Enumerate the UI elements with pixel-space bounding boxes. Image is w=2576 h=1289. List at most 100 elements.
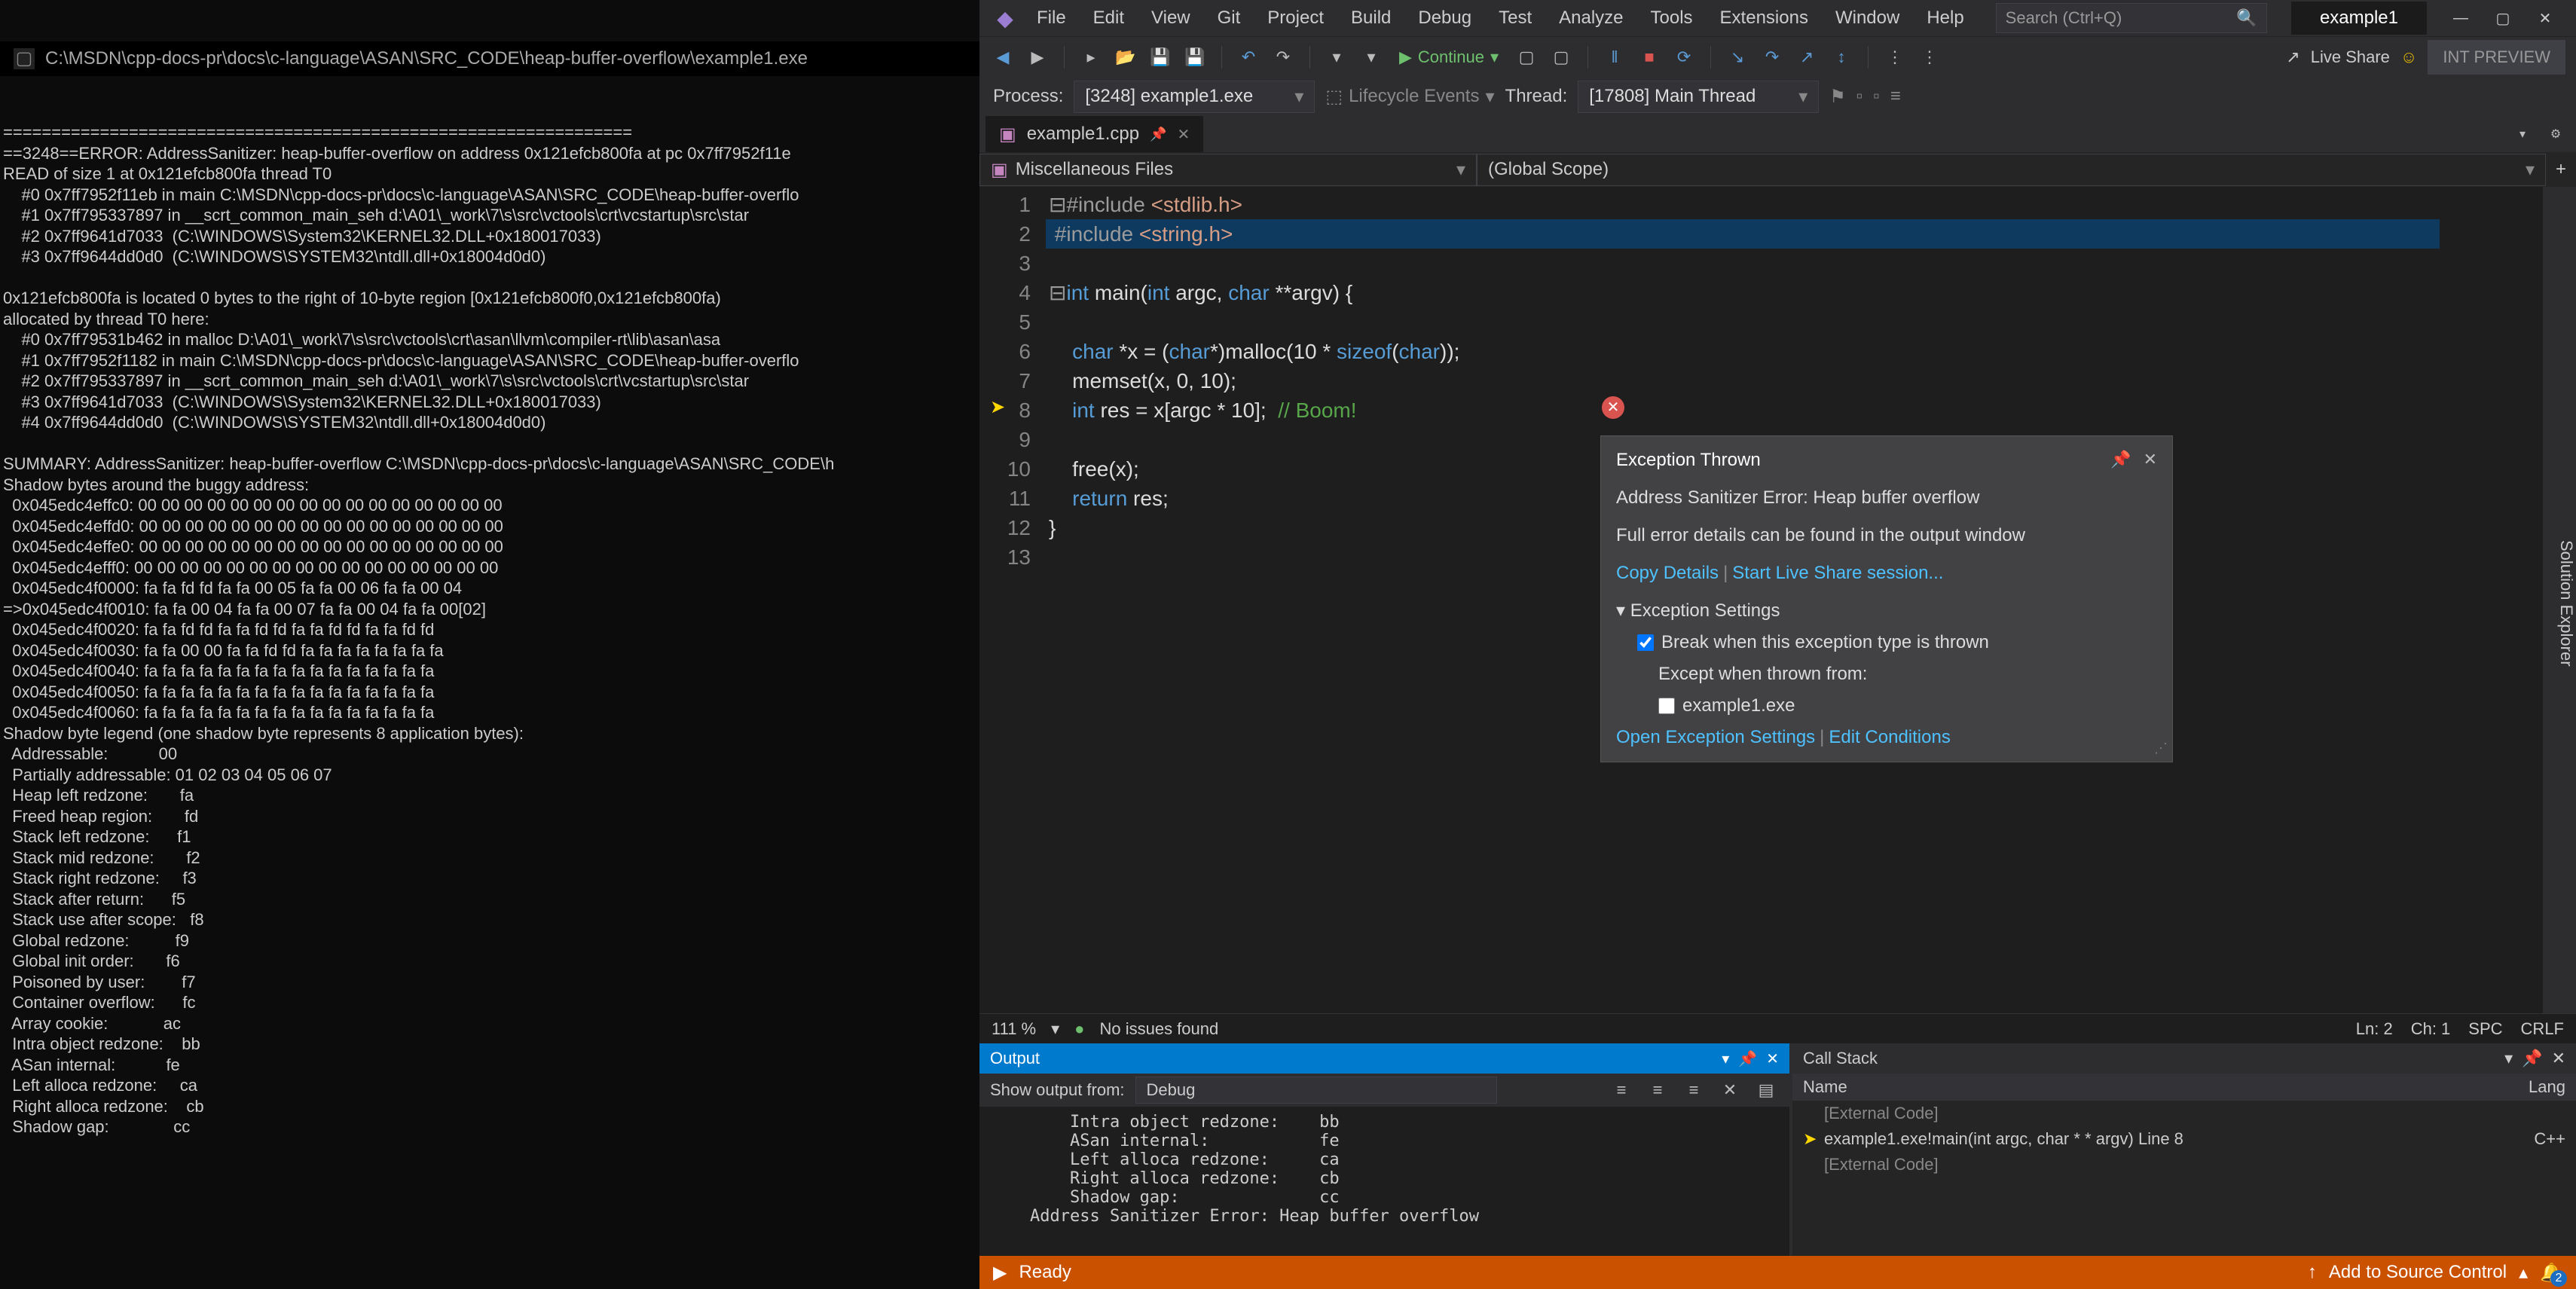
menu-window[interactable]: Window	[1825, 3, 1910, 33]
output-pin-icon[interactable]: 📌	[1738, 1049, 1757, 1068]
lifecycle-events[interactable]: ⬚Lifecycle Events ▾	[1325, 86, 1494, 108]
line-indicator[interactable]: Ln: 2	[2356, 1019, 2393, 1039]
output-dropdown-icon[interactable]: ▾	[1722, 1049, 1729, 1068]
open-icon[interactable]: 📂	[1113, 44, 1138, 70]
code-body[interactable]: ➤ ⊟#include <stdlib.h> #include <string.…	[1044, 187, 2543, 1013]
close-icon[interactable]: ✕	[2525, 4, 2565, 32]
step-out-icon[interactable]: ↗	[1794, 44, 1820, 70]
tab-close-icon[interactable]: ✕	[1178, 125, 1190, 144]
error-glyph-icon[interactable]: ✕	[1602, 396, 1624, 419]
cs-row-current[interactable]: ➤example1.exe!main(int argc, char * * ar…	[1792, 1126, 2576, 1152]
tb-misc-2[interactable]: ⋮	[1917, 44, 1942, 70]
tabs-dropdown-icon[interactable]: ▾	[2510, 121, 2535, 147]
exc-pin-icon[interactable]: 📌	[2110, 447, 2131, 474]
tb-icon-1[interactable]: ▢	[1514, 44, 1539, 70]
continue-button[interactable]: ▶Continue ▾	[1393, 47, 1505, 67]
menu-extensions[interactable]: Extensions	[1710, 3, 1819, 33]
dbg-icon-2[interactable]: ▫	[1873, 86, 1880, 107]
process-combo[interactable]: [3248] example1.exe	[1074, 81, 1315, 113]
cs-dropdown-icon[interactable]: ▾	[2504, 1049, 2513, 1068]
liveshare-label[interactable]: Live Share	[2311, 47, 2390, 67]
exc-exe-checkbox[interactable]	[1658, 698, 1675, 714]
exc-close-icon[interactable]: ✕	[2144, 447, 2157, 474]
output-header[interactable]: Output ▾📌✕	[979, 1043, 1789, 1074]
liveshare-icon[interactable]: ↗	[2286, 47, 2299, 67]
menu-edit[interactable]: Edit	[1083, 3, 1135, 33]
cs-row[interactable]: [External Code]	[1792, 1152, 2576, 1178]
nav-project[interactable]: ▣Miscellaneous Files▾	[979, 154, 1477, 186]
indent-indicator[interactable]: SPC	[2468, 1019, 2502, 1039]
nav-add-icon[interactable]: +	[2546, 159, 2576, 180]
menu-file[interactable]: File	[1026, 3, 1077, 33]
back-icon[interactable]: ◀	[990, 44, 1016, 70]
tabs-settings-icon[interactable]: ⚙	[2543, 121, 2568, 147]
step-into-icon[interactable]: ↘	[1725, 44, 1750, 70]
undo-icon[interactable]: ↶	[1236, 44, 1261, 70]
restart-icon[interactable]: ⟳	[1671, 44, 1697, 70]
stack-frame-icon[interactable]: ≡	[1890, 86, 1901, 107]
add-source-control[interactable]: Add to Source Control	[2329, 1262, 2507, 1283]
solution-explorer-tab[interactable]: Solution Explorer	[2556, 540, 2576, 667]
eol-indicator[interactable]: CRLF	[2521, 1019, 2564, 1039]
caret-down-icon[interactable]: ▾	[1616, 600, 1625, 621]
exc-open-settings-link[interactable]: Open Exception Settings	[1616, 727, 1815, 747]
tb-icon-2[interactable]: ▢	[1548, 44, 1574, 70]
out-clear-icon[interactable]: ✕	[1717, 1077, 1743, 1103]
pause-icon[interactable]: ‖	[1602, 44, 1627, 70]
menu-analyze[interactable]: Analyze	[1548, 3, 1633, 33]
exc-break-checkbox[interactable]	[1637, 634, 1654, 651]
thread-combo[interactable]: [17808] Main Thread	[1578, 81, 1819, 113]
new-icon[interactable]: ▸	[1078, 44, 1104, 70]
dbg-icon-1[interactable]: ▫	[1856, 86, 1863, 107]
saveall-icon[interactable]: 💾	[1182, 44, 1208, 70]
platform-dropdown[interactable]: ▾	[1358, 44, 1384, 70]
flag-icon[interactable]: ⚑	[1829, 86, 1846, 108]
step-icon[interactable]: ↕	[1829, 44, 1854, 70]
tab-example1[interactable]: ▣ example1.cpp 📌 ✕	[985, 116, 1203, 153]
cs-col-lang[interactable]: Lang	[2529, 1077, 2565, 1097]
exc-edit-cond-link[interactable]: Edit Conditions	[1829, 727, 1950, 747]
char-indicator[interactable]: Ch: 1	[2411, 1019, 2451, 1039]
exc-copy-link[interactable]: Copy Details	[1616, 563, 1719, 583]
redo-icon[interactable]: ↷	[1270, 44, 1296, 70]
menu-build[interactable]: Build	[1340, 3, 1401, 33]
menu-test[interactable]: Test	[1488, 3, 1542, 33]
nav-scope[interactable]: (Global Scope)▾	[1477, 154, 2546, 186]
cs-col-name[interactable]: Name	[1803, 1077, 1847, 1097]
output-close-icon[interactable]: ✕	[1766, 1049, 1779, 1068]
save-icon[interactable]: 💾	[1147, 44, 1173, 70]
out-icon-1[interactable]: ≡	[1609, 1077, 1634, 1103]
cs-pin-icon[interactable]: 📌	[2522, 1049, 2542, 1068]
maximize-icon[interactable]: ▢	[2483, 4, 2523, 32]
menu-help[interactable]: Help	[1916, 3, 1974, 33]
source-control-icon[interactable]: ↑	[2308, 1262, 2317, 1283]
feedback-icon[interactable]: ☺	[2400, 47, 2417, 67]
minimize-icon[interactable]: —	[2440, 4, 2481, 32]
code-editor[interactable]: 12345678910111213 ➤ ⊟#include <stdlib.h>…	[979, 187, 2543, 1013]
console-titlebar[interactable]: ▢ C:\MSDN\cpp-docs-pr\docs\c-language\AS…	[0, 41, 979, 76]
tb-misc-1[interactable]: ⋮	[1882, 44, 1908, 70]
forward-icon[interactable]: ▶	[1025, 44, 1050, 70]
out-icon-3[interactable]: ≡	[1681, 1077, 1707, 1103]
exc-liveshare-link[interactable]: Start Live Share session...	[1732, 563, 1943, 583]
issues-label[interactable]: No issues found	[1099, 1019, 1218, 1039]
cs-close-icon[interactable]: ✕	[2552, 1049, 2565, 1068]
pin-icon[interactable]: 📌	[1150, 127, 1166, 142]
menu-view[interactable]: View	[1141, 3, 1201, 33]
config-dropdown[interactable]: ▾	[1324, 44, 1349, 70]
callstack-header[interactable]: Call Stack ▾📌✕	[1792, 1043, 2576, 1074]
out-icon-2[interactable]: ≡	[1645, 1077, 1670, 1103]
vs-logo-icon[interactable]: ◆	[990, 3, 1020, 33]
menu-tools[interactable]: Tools	[1640, 3, 1704, 33]
stop-icon[interactable]: ■	[1636, 44, 1662, 70]
search-box[interactable]: Search (Ctrl+Q) 🔍	[1996, 3, 2267, 33]
menu-debug[interactable]: Debug	[1407, 3, 1482, 33]
cs-row[interactable]: [External Code]	[1792, 1101, 2576, 1126]
zoom-level[interactable]: 111 %	[992, 1019, 1036, 1039]
step-over-icon[interactable]: ↷	[1759, 44, 1785, 70]
console-body[interactable]: ========================================…	[0, 118, 979, 1142]
out-wrap-icon[interactable]: ▤	[1753, 1077, 1779, 1103]
notifications-icon[interactable]: 🔔2	[2540, 1262, 2562, 1284]
solution-name[interactable]: example1	[2291, 2, 2427, 35]
menu-project[interactable]: Project	[1257, 3, 1334, 33]
